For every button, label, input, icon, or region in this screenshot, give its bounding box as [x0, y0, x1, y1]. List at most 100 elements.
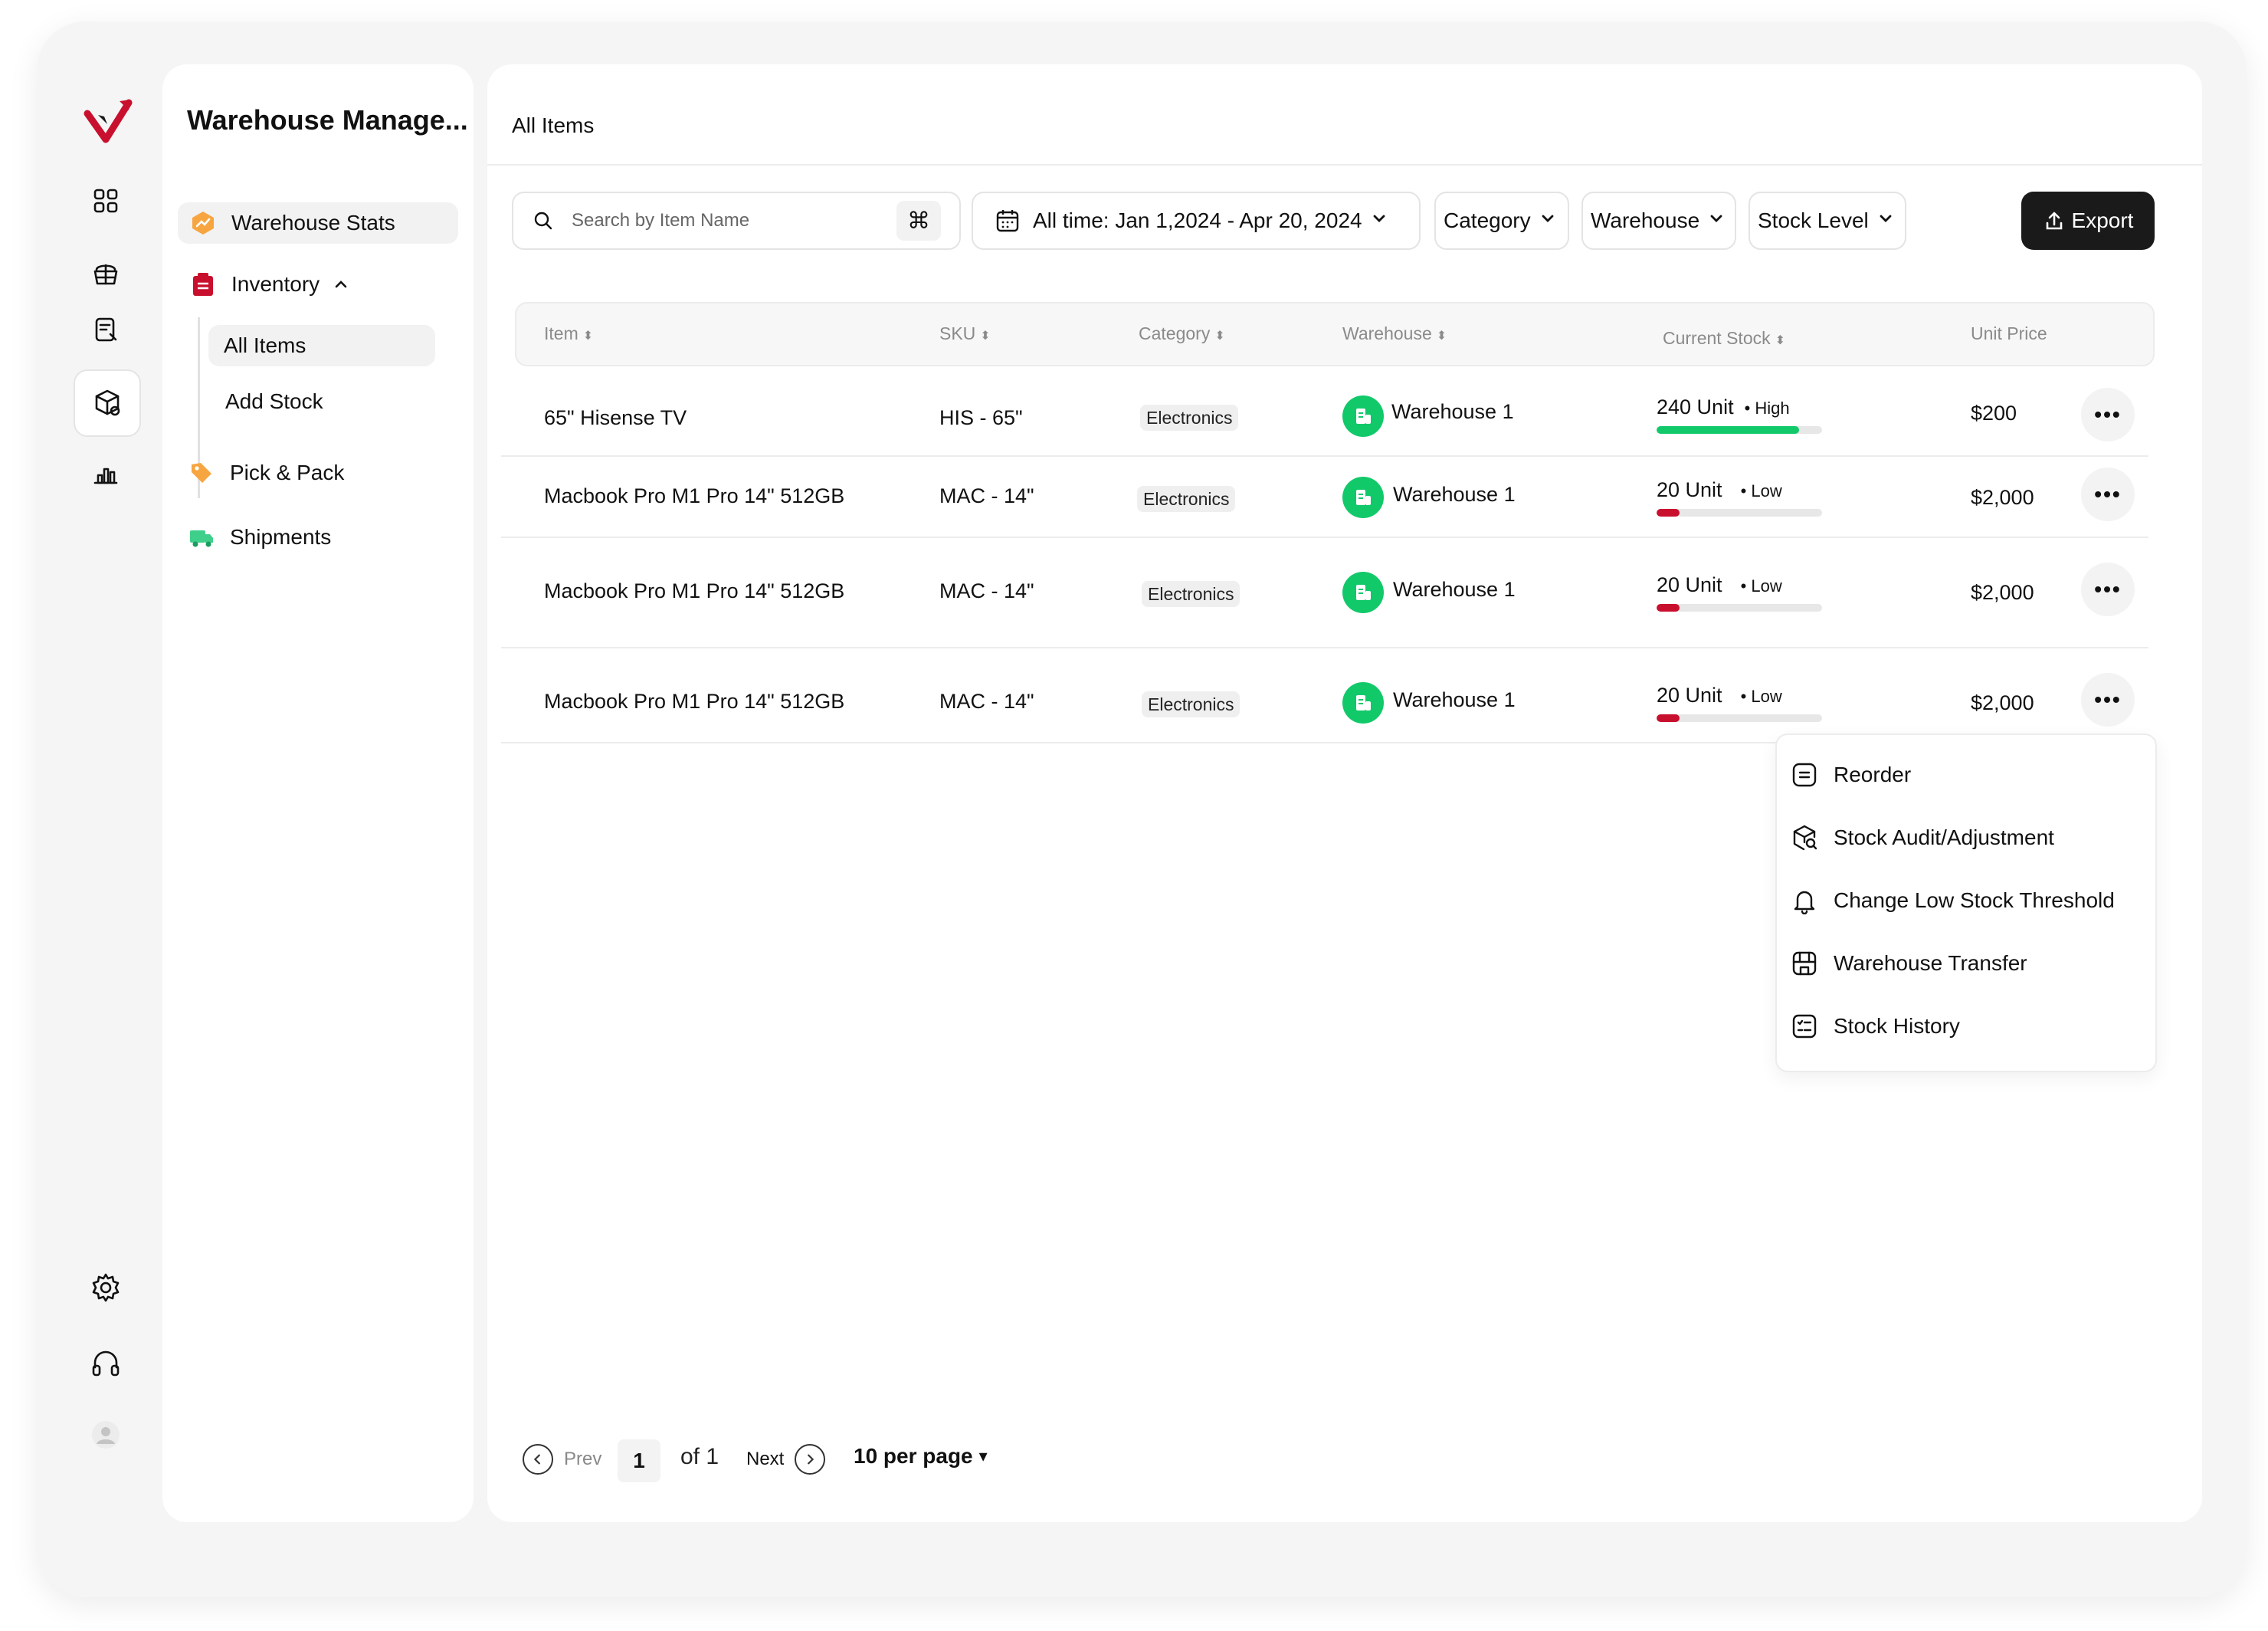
column-header-item[interactable]: Item ⬍ [544, 323, 593, 344]
item-sku: HIS - 65" [939, 406, 1023, 429]
row-divider [501, 537, 2148, 538]
sidebar-item-all-items[interactable]: All Items [208, 325, 435, 366]
chevron-right-icon [795, 1444, 826, 1475]
item-name: Macbook Pro M1 Pro 14" 512GB [544, 579, 845, 602]
stock-level-bar-fill [1657, 509, 1680, 517]
main-header: All Items [487, 64, 2202, 166]
sidebar-item-warehouse-stats[interactable]: Warehouse Stats [178, 202, 458, 244]
page-title: All Items [512, 113, 595, 137]
menu-item-stock-history[interactable]: Stock History [1791, 1012, 1960, 1040]
stock-level-bar [1657, 509, 1822, 517]
warehouse-name: Warehouse 1 [1393, 483, 1516, 506]
menu-item-reorder[interactable]: Reorder [1791, 761, 1911, 789]
more-options-button[interactable]: ••• [2081, 388, 2135, 441]
sidebar-item-label: Pick & Pack [230, 461, 345, 484]
date-range-select[interactable]: All time: Jan 1,2024 - Apr 20, 2024 [972, 192, 1421, 250]
stock-level-bar [1657, 714, 1822, 722]
box-stack-icon[interactable] [74, 241, 138, 305]
page-count: of 1 [680, 1444, 719, 1469]
warehouse-icon [1342, 682, 1384, 724]
item-sku: MAC - 14" [939, 690, 1034, 713]
category-chip: Electronics [1142, 581, 1241, 607]
warehouse-icon [1342, 395, 1384, 437]
sidebar-item-label: Inventory [231, 272, 320, 296]
headset-icon[interactable] [74, 1331, 138, 1395]
sidebar-item-label: Shipments [230, 525, 332, 549]
export-label: Export [2071, 208, 2134, 232]
row-divider [501, 647, 2148, 648]
package-icon[interactable] [74, 369, 141, 437]
column-header-sku[interactable]: SKU ⬍ [939, 323, 991, 344]
stock-level-bar-fill [1657, 714, 1680, 722]
menu-item-change-threshold[interactable]: Change Low Stock Threshold [1791, 887, 2115, 914]
inventory-icon [190, 271, 216, 297]
pagination-prev[interactable]: Prev [523, 1444, 601, 1475]
item-name: Macbook Pro M1 Pro 14" 512GB [544, 484, 845, 507]
warehouse-name: Warehouse 1 [1391, 400, 1514, 423]
category-label: Category [1444, 208, 1531, 232]
sidebar-item-inventory[interactable]: Inventory [190, 271, 349, 297]
stock-level-label: Stock Level [1758, 208, 1869, 232]
sidebar-item-label: Add Stock [225, 389, 323, 413]
date-range-label: All time: Jan 1,2024 - Apr 20, 2024 [1033, 208, 1362, 232]
document-icon[interactable] [74, 297, 138, 362]
grid-icon[interactable] [74, 169, 138, 233]
stock-level-bar [1657, 604, 1822, 612]
warehouse-select[interactable]: Warehouse [1581, 192, 1736, 250]
sidebar-item-label: All Items [224, 333, 306, 357]
logo-icon [83, 97, 135, 146]
search-placeholder: Search by Item Name [572, 210, 750, 231]
column-header-current-stock[interactable]: Current Stock ⬍ [1663, 328, 1785, 349]
next-label: Next [746, 1449, 785, 1469]
sidebar-item-shipments[interactable]: Shipments [188, 524, 331, 550]
category-chip: Electronics [1137, 486, 1236, 512]
search-icon [532, 209, 555, 232]
item-name: Macbook Pro M1 Pro 14" 512GB [544, 690, 845, 713]
sidebar-item-label: Warehouse Stats [231, 211, 395, 235]
stock-level-badge: • Low [1740, 481, 1782, 500]
stock-level-badge: • High [1744, 399, 1790, 418]
main-panel: All Items Search by Item Name ⌘ All time… [487, 64, 2202, 1522]
menu-item-stock-audit[interactable]: Stock Audit/Adjustment [1791, 824, 2054, 852]
chart-icon[interactable] [74, 441, 138, 506]
upload-icon [2043, 209, 2066, 232]
stock-level-bar-fill [1657, 604, 1680, 612]
warehouse-name: Warehouse 1 [1393, 688, 1516, 711]
caret-down-icon: ▾ [978, 1446, 988, 1465]
item-sku: MAC - 14" [939, 484, 1034, 507]
more-options-button[interactable]: ••• [2081, 563, 2135, 616]
row-divider [501, 455, 2148, 457]
unit-price: $2,000 [1971, 486, 2034, 509]
stock-quantity: 240 Unit • High [1657, 395, 1790, 418]
search-input[interactable]: Search by Item Name ⌘ [512, 192, 961, 250]
sidebar-item-add-stock[interactable]: Add Stock [225, 389, 323, 414]
stock-level-bar [1657, 426, 1822, 434]
column-header-unit-price[interactable]: Unit Price [1971, 323, 2047, 344]
column-header-warehouse[interactable]: Warehouse ⬍ [1342, 323, 1447, 344]
history-icon [1792, 1014, 1817, 1039]
app-title: Warehouse Manage... [187, 104, 468, 136]
item-name: 65" Hisense TV [544, 406, 687, 429]
pagination-next[interactable]: Next [746, 1444, 826, 1475]
menu-item-warehouse-transfer[interactable]: Warehouse Transfer [1791, 950, 2027, 977]
export-button[interactable]: Export [2021, 192, 2155, 250]
column-header-category[interactable]: Category ⬍ [1139, 323, 1225, 344]
user-avatar-icon[interactable] [74, 1403, 138, 1467]
stock-level-select[interactable]: Stock Level [1749, 192, 1906, 250]
chevron-down-icon [1372, 211, 1387, 231]
sidebar-item-pick-pack[interactable]: Pick & Pack [188, 460, 344, 486]
stock-level-badge: • Low [1740, 576, 1782, 596]
truck-icon [188, 524, 215, 550]
category-select[interactable]: Category [1434, 192, 1569, 250]
stock-quantity: 20 Unit • Low [1657, 684, 1782, 707]
audit-icon [1793, 825, 1817, 851]
unit-price: $2,000 [1971, 691, 2034, 714]
bell-icon [1794, 891, 1815, 914]
per-page-select[interactable]: 10 per page ▾ [854, 1444, 988, 1469]
current-page[interactable]: 1 [618, 1439, 660, 1482]
chevron-down-icon [1540, 211, 1555, 231]
chevron-up-icon [333, 277, 349, 292]
more-options-button[interactable]: ••• [2081, 673, 2135, 727]
settings-icon[interactable] [74, 1255, 138, 1320]
more-options-button[interactable]: ••• [2081, 468, 2135, 521]
